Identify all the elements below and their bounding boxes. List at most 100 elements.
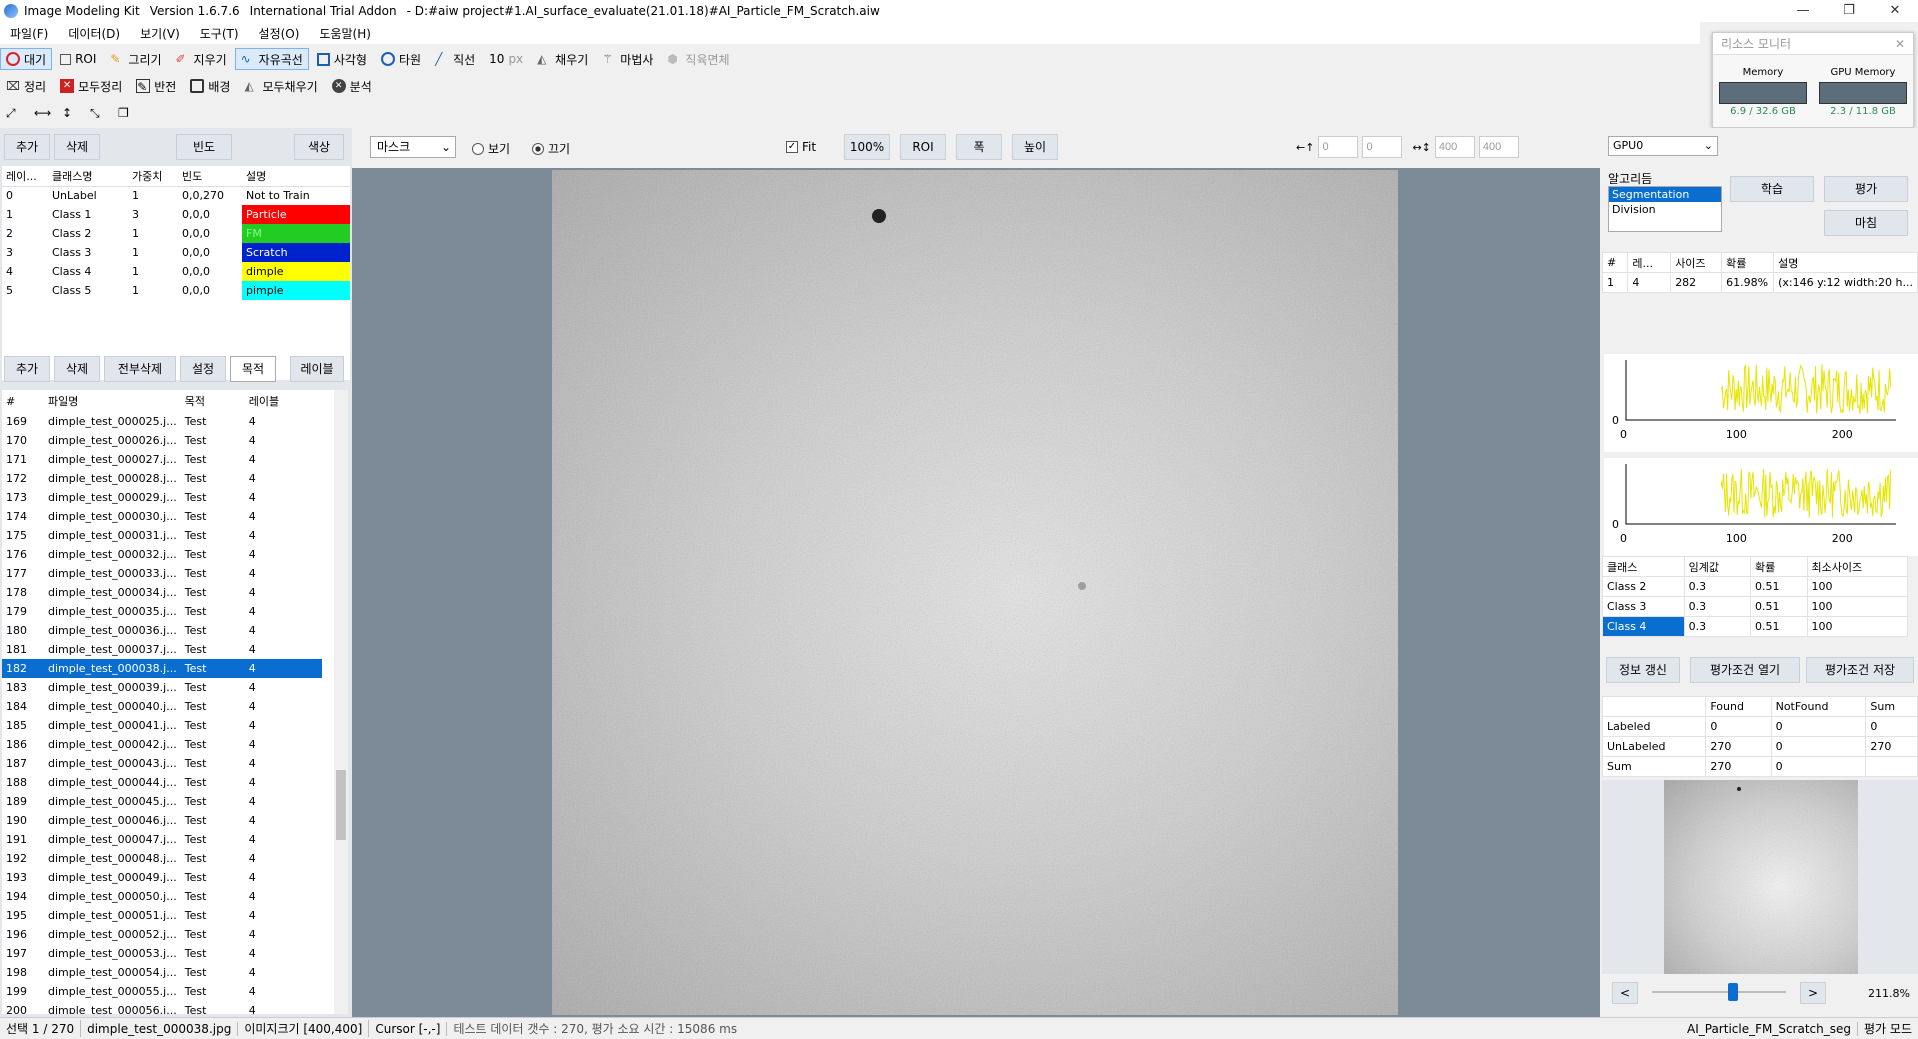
refresh-info-button[interactable]: 정보 갱신	[1606, 657, 1680, 683]
background-button[interactable]: 배경	[184, 75, 236, 97]
view-roi-button[interactable]: ROI	[900, 134, 946, 160]
file-row[interactable]: 196 dimple_test_000052.j... Test 4	[2, 925, 322, 944]
minimize-button[interactable]: —	[1780, 0, 1826, 22]
thr-cell[interactable]: 100	[1806, 596, 1908, 617]
thumbnail-image[interactable]	[1664, 780, 1858, 974]
file-row[interactable]: 171 dimple_test_000027.j... Test 4	[2, 450, 322, 469]
invert-button[interactable]: ✎ 반전	[130, 75, 182, 97]
rect-button[interactable]: 사각형	[311, 48, 373, 70]
file-row[interactable]: 178 dimple_test_000034.j... Test 4	[2, 583, 322, 602]
file-row[interactable]: 183 dimple_test_000039.j... Test 4	[2, 678, 322, 697]
file-row[interactable]: 182 dimple_test_000038.j... Test 4	[2, 659, 322, 678]
fit-all-button[interactable]: ⤢	[0, 102, 26, 124]
next-image-button[interactable]: >	[1800, 982, 1826, 1004]
zoom-slider-thumb[interactable]	[1728, 983, 1738, 1001]
file-row[interactable]: 184 dimple_test_000040.j... Test 4	[2, 697, 322, 716]
prev-image-button[interactable]: <	[1612, 982, 1638, 1004]
menu-data[interactable]: 데이터(D)	[58, 25, 130, 42]
class-row[interactable]: 1 Class 1 3 0,0,0 Particle	[2, 205, 350, 224]
height-button[interactable]: 높이	[1012, 134, 1058, 160]
threshold-row[interactable]: Class 3 0.3 0.51 100	[1602, 596, 1908, 617]
save-eval-conditions-button[interactable]: 평가조건 저장	[1806, 657, 1914, 683]
thr-cell[interactable]: 0.3	[1683, 576, 1752, 597]
label-button[interactable]: 레이블	[290, 356, 344, 382]
file-row[interactable]: 186 dimple_test_000042.j... Test 4	[2, 735, 322, 754]
scrollbar-thumb[interactable]	[336, 770, 346, 840]
file-row[interactable]: 176 dimple_test_000032.j... Test 4	[2, 545, 322, 564]
file-row[interactable]: 193 dimple_test_000049.j... Test 4	[2, 868, 322, 887]
fillall-button[interactable]: ◭ 모두채우기	[238, 75, 323, 97]
width-button[interactable]: 폭	[956, 134, 1002, 160]
file-delete-button[interactable]: 삭제	[54, 356, 100, 382]
delete-all-button[interactable]: 전부삭제	[104, 356, 176, 382]
threshold-row[interactable]: Class 4 0.3 0.51 100	[1602, 616, 1908, 637]
file-row[interactable]: 200 dimple_test_000056.j... Test 4	[2, 1001, 322, 1014]
ellipse-button[interactable]: 타원	[375, 48, 427, 70]
file-row[interactable]: 169 dimple_test_000025.j... Test 4	[2, 412, 322, 431]
cuboid-button[interactable]: ⬢ 직육면체	[661, 48, 735, 70]
file-row[interactable]: 197 dimple_test_000053.j... Test 4	[2, 944, 322, 963]
freecurve-button[interactable]: ∿ 자유곡선	[234, 48, 309, 70]
result-row[interactable]: 1 4 282 61.98% (x:146 y:12 width:20 h...	[1601, 272, 1918, 293]
algo-item-division[interactable]: Division	[1609, 202, 1721, 217]
thr-cell[interactable]: 0.51	[1750, 576, 1808, 597]
file-settings-button[interactable]: 설정	[180, 356, 226, 382]
roi-w-input[interactable]	[1434, 136, 1475, 158]
zoom-100-button[interactable]: 100%	[844, 134, 890, 160]
algorithm-list[interactable]: Segmentation Division	[1608, 186, 1722, 232]
close-icon[interactable]: ✕	[1895, 37, 1905, 51]
file-row[interactable]: 175 dimple_test_000031.j... Test 4	[2, 526, 322, 545]
file-list-scrollbar[interactable]	[334, 390, 348, 1014]
file-row[interactable]: 185 dimple_test_000041.j... Test 4	[2, 716, 322, 735]
zoom-fit-button[interactable]: ⤡	[84, 102, 110, 124]
algo-item-segmentation[interactable]: Segmentation	[1609, 187, 1721, 202]
open-eval-conditions-button[interactable]: 평가조건 열기	[1690, 657, 1800, 683]
threshold-row[interactable]: Class 2 0.3 0.51 100	[1602, 576, 1908, 597]
file-row[interactable]: 192 dimple_test_000048.j... Test 4	[2, 849, 322, 868]
class-add-button[interactable]: 추가	[4, 134, 50, 160]
window-button[interactable]: ❐	[112, 102, 138, 124]
menu-settings[interactable]: 설정(O)	[249, 25, 310, 42]
fit-height-button[interactable]: ↕	[56, 102, 82, 124]
file-row[interactable]: 195 dimple_test_000051.j... Test 4	[2, 906, 322, 925]
thr-cell[interactable]: 100	[1806, 616, 1908, 637]
cleanall-button[interactable]: ✕ 모두정리	[54, 75, 128, 97]
roi-h-input[interactable]	[1478, 136, 1519, 158]
file-row[interactable]: 188 dimple_test_000044.j... Test 4	[2, 773, 322, 792]
hide-radio[interactable]: 끄기	[532, 140, 570, 157]
roi-x-input[interactable]	[1318, 136, 1359, 158]
file-row[interactable]: 190 dimple_test_000046.j... Test 4	[2, 811, 322, 830]
file-row[interactable]: 181 dimple_test_000037.j... Test 4	[2, 640, 322, 659]
fit-width-button[interactable]: ⟷	[28, 102, 54, 124]
file-row[interactable]: 179 dimple_test_000035.j... Test 4	[2, 602, 322, 621]
finish-button[interactable]: 마침	[1824, 210, 1908, 236]
line-button[interactable]: ╱ 직선	[429, 48, 481, 70]
class-delete-button[interactable]: 삭제	[54, 134, 100, 160]
file-row[interactable]: 180 dimple_test_000036.j... Test 4	[2, 621, 322, 640]
roi-y-input[interactable]	[1362, 136, 1403, 158]
fit-checkbox[interactable]: ✓ Fit	[786, 140, 816, 154]
thr-cell[interactable]: 100	[1806, 576, 1908, 597]
menu-tools[interactable]: 도구(T)	[190, 25, 249, 42]
train-button[interactable]: 학습	[1730, 176, 1814, 202]
color-button[interactable]: 색상	[294, 134, 344, 160]
fill-button[interactable]: ◭ 채우기	[531, 48, 594, 70]
file-row[interactable]: 194 dimple_test_000050.j... Test 4	[2, 887, 322, 906]
close-button[interactable]: ✕	[1872, 0, 1918, 22]
magic-button[interactable]: ⚚ 마법사	[596, 48, 659, 70]
file-row[interactable]: 198 dimple_test_000054.j... Test 4	[2, 963, 322, 982]
file-row[interactable]: 172 dimple_test_000028.j... Test 4	[2, 469, 322, 488]
analyze-button[interactable]: ✕ 분석	[326, 75, 378, 97]
maximize-button[interactable]: ❐	[1826, 0, 1872, 22]
file-row[interactable]: 191 dimple_test_000047.j... Test 4	[2, 830, 322, 849]
class-row[interactable]: 5 Class 5 1 0,0,0 pimple	[2, 281, 350, 300]
file-row[interactable]: 177 dimple_test_000033.j... Test 4	[2, 564, 322, 583]
file-row[interactable]: 174 dimple_test_000030.j... Test 4	[2, 507, 322, 526]
menu-help[interactable]: 도움말(H)	[309, 25, 381, 42]
frequency-button[interactable]: 빈도	[176, 134, 232, 160]
thr-cell[interactable]: 0.3	[1683, 596, 1752, 617]
file-row[interactable]: 187 dimple_test_000043.j... Test 4	[2, 754, 322, 773]
class-row[interactable]: 4 Class 4 1 0,0,0 dimple	[2, 262, 350, 281]
file-row[interactable]: 170 dimple_test_000026.j... Test 4	[2, 431, 322, 450]
thr-cell[interactable]: 0.51	[1750, 616, 1808, 637]
